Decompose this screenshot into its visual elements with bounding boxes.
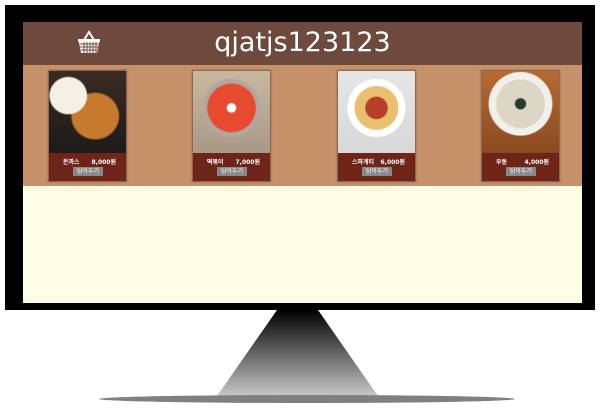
monitor-stand <box>99 310 515 403</box>
